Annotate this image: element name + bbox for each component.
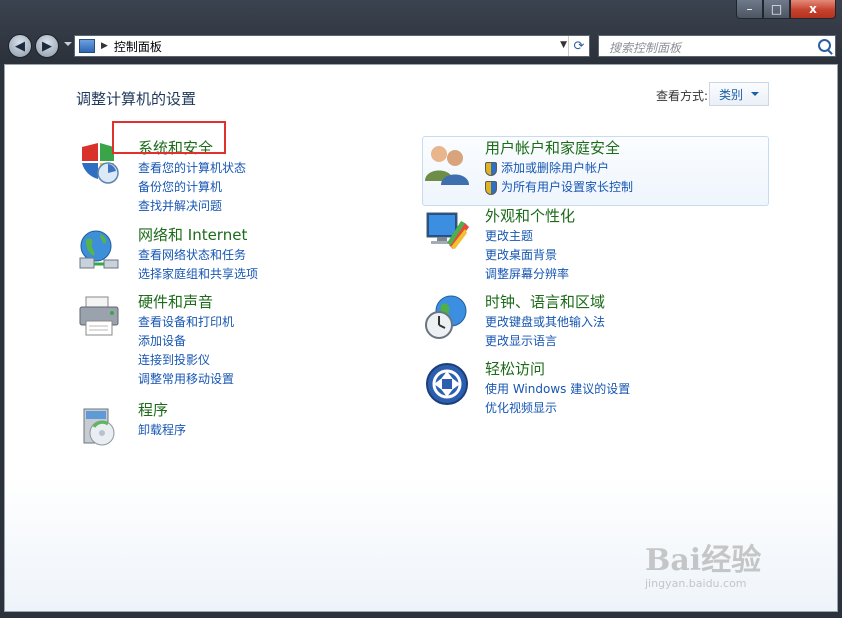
search-input[interactable]: 搜索控制面板 [609, 39, 681, 56]
ease-of-access-icon[interactable] [425, 362, 469, 406]
back-button[interactable]: ◀ [8, 34, 32, 58]
baidu-watermark: Bai经验 jingyan.baidu.com [645, 535, 761, 590]
link-parental-controls[interactable]: 为所有用户设置家长控制 [485, 178, 633, 197]
uac-shield-icon [485, 180, 497, 195]
link-connect-projector[interactable]: 连接到投影仪 [138, 351, 234, 370]
category-ease-of-access: 轻松访问 使用 Windows 建议的设置 优化视频显示 [425, 358, 765, 418]
forward-button[interactable]: ▶ [35, 34, 59, 58]
link-network-status[interactable]: 查看网络状态和任务 [138, 246, 258, 265]
watermark-url: jingyan.baidu.com [645, 577, 747, 590]
monitor-palette-icon[interactable] [425, 209, 469, 253]
users-icon[interactable] [425, 141, 469, 185]
category-hardware-sound: 硬件和声音 查看设备和打印机 添加设备 连接到投影仪 调整常用移动设置 [78, 291, 378, 391]
link-optimize-visual-display[interactable]: 优化视频显示 [485, 399, 630, 418]
link-add-remove-accounts-label[interactable]: 添加或删除用户帐户 [501, 159, 609, 178]
recent-pages-dropdown-icon[interactable] [64, 42, 72, 46]
link-troubleshoot[interactable]: 查找并解决问题 [138, 197, 246, 216]
category-title-programs[interactable]: 程序 [138, 399, 168, 420]
link-devices-printers[interactable]: 查看设备和打印机 [138, 313, 234, 332]
page-title: 调整计算机的设置 [76, 90, 197, 108]
link-windows-suggested-settings[interactable]: 使用 Windows 建议的设置 [485, 380, 630, 399]
address-dropdown-icon[interactable]: ▼ [560, 40, 567, 50]
link-change-theme[interactable]: 更改主题 [485, 227, 569, 246]
watermark-brand: Bai经验 [645, 543, 762, 578]
view-by-dropdown[interactable]: 类别 [709, 82, 769, 106]
category-title-hardware-sound[interactable]: 硬件和声音 [138, 291, 213, 312]
link-change-keyboard[interactable]: 更改键盘或其他输入法 [485, 313, 605, 332]
category-title-ease-of-access[interactable]: 轻松访问 [485, 358, 545, 379]
search-box[interactable]: 搜索控制面板 [598, 35, 836, 57]
breadcrumb-arrow-icon[interactable]: ▶ [101, 41, 108, 51]
control-panel-window: – □ x ◀ ▶ ▶ 控制面板 ▼ ⟳ 搜索控制面板 调整计算机的设置 查看方… [0, 0, 842, 618]
search-icon[interactable] [818, 39, 831, 52]
category-title-user-accounts[interactable]: 用户帐户和家庭安全 [485, 137, 620, 158]
category-title-appearance[interactable]: 外观和个性化 [485, 205, 575, 226]
link-add-device[interactable]: 添加设备 [138, 332, 234, 351]
link-screen-resolution[interactable]: 调整屏幕分辨率 [485, 265, 569, 284]
link-add-remove-accounts[interactable]: 添加或删除用户帐户 [485, 159, 633, 178]
category-appearance: 外观和个性化 更改主题 更改桌面背景 调整屏幕分辨率 [425, 205, 765, 285]
link-homegroup-sharing[interactable]: 选择家庭组和共享选项 [138, 265, 258, 284]
link-backup-computer[interactable]: 备份您的计算机 [138, 178, 246, 197]
link-view-computer-status[interactable]: 查看您的计算机状态 [138, 159, 246, 178]
programs-icon[interactable] [78, 403, 122, 447]
view-by-label: 查看方式: [656, 89, 709, 103]
link-change-display-language[interactable]: 更改显示语言 [485, 332, 605, 351]
link-uninstall-program[interactable]: 卸载程序 [138, 421, 186, 440]
category-programs: 程序 卸载程序 [78, 399, 378, 459]
control-panel-icon [79, 39, 95, 53]
navigation-bar: ◀ ▶ ▶ 控制面板 ▼ ⟳ 搜索控制面板 [0, 30, 842, 62]
minimize-button[interactable]: – [736, 0, 763, 19]
content-area: 调整计算机的设置 查看方式: 类别 系统和安全 查看您的计算机状态 备份您的计算… [4, 64, 838, 612]
category-clock-language-region: 时钟、语言和区域 更改键盘或其他输入法 更改显示语言 [425, 291, 765, 351]
link-desktop-background[interactable]: 更改桌面背景 [485, 246, 569, 265]
category-user-accounts: 用户帐户和家庭安全 添加或删除用户帐户 为所有用户设置家长控制 [425, 137, 765, 203]
highlight-box [112, 121, 226, 154]
chevron-down-icon[interactable] [751, 92, 760, 96]
link-parental-controls-label[interactable]: 为所有用户设置家长控制 [501, 178, 633, 197]
clock-globe-icon[interactable] [425, 295, 469, 339]
view-by-value[interactable]: 类别 [719, 86, 743, 103]
address-bar[interactable]: ▶ 控制面板 ▼ ⟳ [74, 35, 590, 57]
category-title-clock-language-region[interactable]: 时钟、语言和区域 [485, 291, 605, 312]
printer-icon[interactable] [78, 295, 122, 339]
category-network-internet: 网络和 Internet 查看网络状态和任务 选择家庭组和共享选项 [78, 224, 378, 284]
refresh-icon[interactable]: ⟳ [568, 36, 589, 56]
breadcrumb-control-panel[interactable]: 控制面板 [114, 38, 162, 55]
maximize-button[interactable]: □ [763, 0, 790, 19]
category-title-network-internet[interactable]: 网络和 Internet [138, 224, 247, 245]
window-controls: – □ x [736, 0, 836, 20]
link-mobility-settings[interactable]: 调整常用移动设置 [138, 370, 234, 389]
uac-shield-icon [485, 161, 497, 176]
close-button[interactable]: x [790, 0, 836, 19]
network-globe-icon[interactable] [78, 228, 122, 272]
